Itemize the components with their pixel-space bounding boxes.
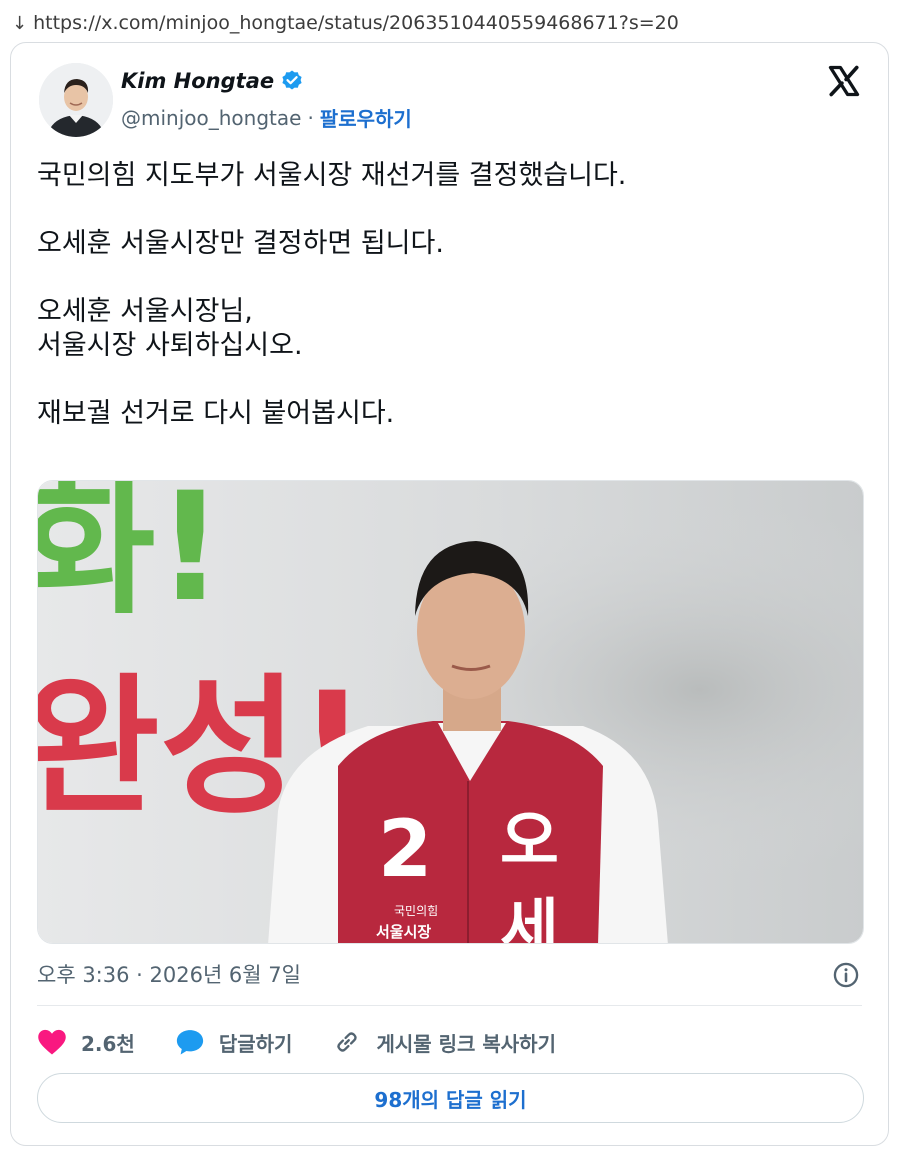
copy-link-button[interactable]: 게시물 링크 복사하기 — [332, 1028, 556, 1057]
divider — [37, 1005, 862, 1006]
handle-row: @minjoo_hongtae · 팔로우하기 — [121, 103, 412, 132]
tweet-text: 국민의힘 지도부가 서울시장 재선거를 결정했습니다. 오세훈 서울시장만 결정… — [37, 160, 627, 429]
separator-dot: · — [307, 105, 314, 130]
vest-char-2: 세 — [500, 893, 559, 944]
reply-button[interactable]: 답글하기 — [175, 1028, 293, 1057]
vest-party: 국민의힘 — [394, 904, 438, 918]
vest-number: 2 — [378, 805, 432, 895]
tweet-timestamp[interactable]: 오후 3:36 · 2026년 6월 7일 — [37, 959, 301, 989]
action-bar: 2.6천 답글하기 게시물 링크 복사하기 — [37, 1025, 596, 1059]
heart-icon — [38, 1029, 66, 1055]
copy-link-label: 게시물 링크 복사하기 — [376, 1031, 556, 1056]
author-name-row: Kim Hongtae — [121, 69, 304, 93]
url-text[interactable]: https://x.com/minjoo_hongtae/status/2063… — [33, 12, 679, 34]
video-still-image: 화! 완성! 2 오 세 국민의힘 서울시장 — [38, 481, 863, 944]
author-name[interactable]: Kim Hongtae — [121, 69, 274, 93]
tweet-card: Kim Hongtae @minjoo_hongtae · 팔로우하기 국민의힘… — [10, 42, 889, 1146]
link-icon — [337, 1032, 358, 1052]
vest-char-1: 오 — [500, 805, 559, 879]
avatar[interactable] — [39, 63, 113, 137]
like-count: 2.6천 — [81, 1031, 135, 1056]
x-logo-icon[interactable] — [826, 63, 862, 99]
tweet-media[interactable]: 화! 완성! 2 오 세 국민의힘 서울시장 — [37, 480, 864, 944]
reply-label: 답글하기 — [218, 1031, 293, 1056]
read-replies-label: 98개의 답글 읽기 — [374, 1087, 527, 1112]
follow-button[interactable]: 팔로우하기 — [320, 103, 412, 132]
read-replies-button[interactable]: 98개의 답글 읽기 — [37, 1073, 864, 1123]
url-bar[interactable]: ↓ https://x.com/minjoo_hongtae/status/20… — [12, 8, 679, 38]
avatar-portrait — [39, 63, 113, 137]
info-icon[interactable] — [832, 961, 860, 989]
banner-top-text: 화! — [38, 481, 224, 635]
verified-badge-icon — [282, 70, 302, 90]
vest-role: 서울시장 — [376, 923, 431, 941]
like-button[interactable]: 2.6천 — [37, 1028, 135, 1057]
author-handle[interactable]: @minjoo_hongtae — [121, 106, 301, 130]
down-arrow-icon: ↓ — [12, 12, 28, 34]
speech-bubble-icon — [176, 1030, 203, 1055]
